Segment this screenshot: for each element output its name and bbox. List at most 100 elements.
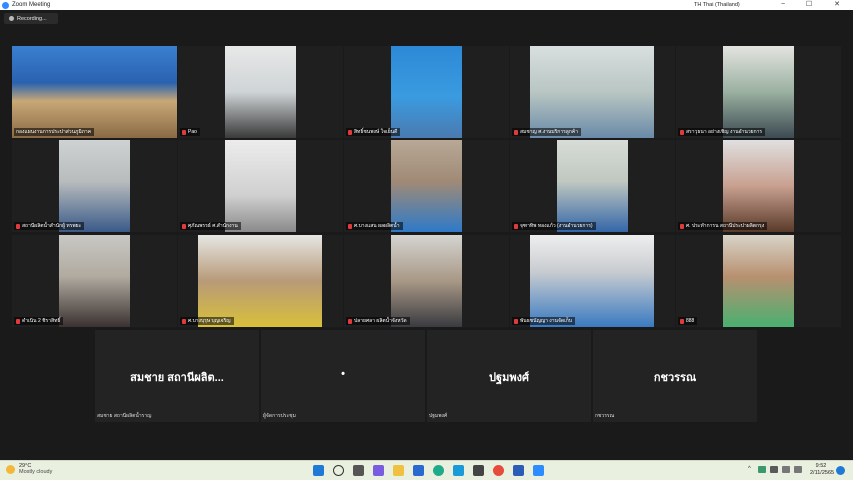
participant-video [391, 235, 462, 327]
muted-mic-icon [182, 129, 186, 135]
weather-widget[interactable]: 29°C Mostly cloudy [6, 463, 52, 475]
weather-sun-icon [6, 464, 15, 474]
participant-video [59, 140, 130, 232]
app-icon[interactable] [473, 465, 484, 476]
participant-name-label: กองแผนงานการประปาส่วนภูมิภาค [14, 128, 95, 136]
participant-video [530, 46, 654, 138]
participant-name-label: สมชาย สถานีผลิตน้ำราญ [97, 413, 152, 419]
participant-name-label: พันธชนัญญา งานจัดเก็บ [512, 317, 576, 325]
participant-name-label: ศ. ประทำการน สถานีประปาผลิตกรุง [678, 222, 768, 230]
video-tile-1[interactable]: กองแผนงานการประปาส่วนภูมิภาค [12, 46, 177, 138]
participant-name-label: สมชาญ ศ.งานบริการลูกค้า [512, 128, 582, 136]
participant-display-name: กชวรรณ [653, 372, 697, 384]
video-tile-3[interactable]: สิทธิ์ชนพงษ์ ใจเย็นดี [344, 46, 509, 138]
zoom-app-icon [2, 1, 9, 9]
word-icon[interactable] [513, 465, 524, 476]
participant-display-name: • [341, 368, 345, 380]
muted-mic-icon [680, 129, 684, 135]
video-tile-8[interactable]: ศ.บางแสน ผลผลิตน้ำ [344, 140, 509, 232]
muted-mic-icon [680, 223, 684, 229]
muted-mic-icon [182, 318, 186, 324]
participant-video [198, 235, 322, 327]
mail-icon[interactable] [413, 465, 424, 476]
participant-name-label: ปลายศลา ผลิตน้ำจังหวัด [346, 317, 410, 325]
minimize-button[interactable]: − [772, 0, 794, 10]
recording-indicator[interactable]: Recording... [4, 13, 58, 24]
muted-mic-icon [514, 318, 518, 324]
participant-name-label: ดำเนิน 2 ชิราสิทธิ์ [14, 317, 64, 325]
record-dot-icon [9, 16, 14, 21]
file-explorer-icon[interactable] [393, 465, 404, 476]
muted-mic-icon [680, 318, 684, 324]
volume-icon[interactable] [794, 466, 802, 473]
muted-mic-icon [16, 318, 20, 324]
muted-mic-icon [348, 318, 352, 324]
video-tile-5[interactable]: สราวุธนา อย่างเชิญ งานอำนวยการ [676, 46, 841, 138]
wifi-icon[interactable] [782, 466, 790, 473]
video-tile-14[interactable]: พันธชนัญญา งานจัดเก็บ [510, 235, 675, 327]
chat-icon[interactable] [373, 465, 384, 476]
name-tile-4[interactable]: กชวรรณ กชวรรณ [593, 330, 757, 422]
participant-display-name: ปฐมพงศ์ [489, 372, 529, 384]
weather-condition: Mostly cloudy [19, 469, 53, 475]
tray-chevron-icon[interactable]: ^ [748, 466, 751, 472]
participant-video [225, 46, 296, 138]
video-tile-12[interactable]: ศ.บางบุรุษ บุญเจริญ [178, 235, 343, 327]
muted-mic-icon [348, 129, 352, 135]
participant-name-label: สราวุธนา อย่างเชิญ งานอำนวยการ [678, 128, 766, 136]
participant-name-label: จุฑาทิพ ทองแก้ว (งานอำนวยการ) [512, 222, 596, 230]
video-tile-10[interactable]: ศ. ประทำการน สถานีประปาผลิตกรุง [676, 140, 841, 232]
video-tile-6[interactable]: สถานีผลิตน้ำสำนักผู้ ทรพยะ [12, 140, 177, 232]
clock-time: 9:52 [815, 463, 827, 469]
notification-icon[interactable] [836, 466, 845, 475]
participant-name-label: ศุภัณพรรธ์ ศ.สำนักงาน [180, 222, 241, 230]
start-icon[interactable] [313, 465, 324, 476]
participant-name-label: กชวรรณ [595, 413, 615, 419]
search-icon[interactable] [333, 465, 344, 476]
participant-video [391, 140, 462, 232]
video-tile-15[interactable]: 888 [676, 235, 841, 327]
clock-date: 2/11/2565 [810, 470, 835, 476]
name-tile-3[interactable]: ปฐมพงศ์ ปฐมพงศ์ [427, 330, 591, 422]
muted-mic-icon [514, 223, 518, 229]
edge-icon[interactable] [433, 465, 444, 476]
participant-name-label: สิทธิ์ชนพงษ์ ใจเย็นดี [346, 128, 401, 136]
participant-name-label: Pao [180, 128, 200, 136]
participant-video [723, 46, 794, 138]
muted-mic-icon [348, 223, 352, 229]
video-tile-11[interactable]: ดำเนิน 2 ชิราสิทธิ์ [12, 235, 177, 327]
tray-camera-icon[interactable] [770, 466, 778, 473]
tray-app-icon[interactable] [758, 466, 766, 473]
participant-video [391, 46, 462, 138]
participant-name-label: ศ.บางบุรุษ บุญเจริญ [180, 317, 234, 325]
line-icon[interactable] [453, 465, 464, 476]
participant-video [723, 140, 794, 232]
zoom-taskbar-icon[interactable] [533, 465, 544, 476]
participant-name-label: ผู้จัดการประชุม [263, 413, 296, 419]
video-tile-13[interactable]: ปลายศลา ผลิตน้ำจังหวัด [344, 235, 509, 327]
participant-video [12, 46, 177, 138]
participant-name-label: ปฐมพงศ์ [429, 413, 448, 419]
name-tile-2[interactable]: • ผู้จัดการประชุม [261, 330, 425, 422]
participant-video [557, 140, 628, 232]
video-tile-4[interactable]: สมชาญ ศ.งานบริการลูกค้า [510, 46, 675, 138]
language-indicator[interactable]: TH Thai (Thailand) [694, 2, 740, 8]
participant-video [59, 235, 130, 327]
recording-label: Recording... [17, 15, 47, 22]
participant-display-name: สมชาย สถานีผลิต... [130, 372, 224, 384]
video-tile-9[interactable]: จุฑาทิพ ทองแก้ว (งานอำนวยการ) [510, 140, 675, 232]
participant-video [225, 140, 296, 232]
muted-mic-icon [16, 223, 20, 229]
system-clock[interactable]: 9:52 2/11/2565 [810, 463, 835, 477]
name-tile-1[interactable]: สมชาย สถานีผลิต... สมชาย สถานีผลิตน้ำราญ [95, 330, 259, 422]
muted-mic-icon [182, 223, 186, 229]
task-view-icon[interactable] [353, 465, 364, 476]
video-tile-7[interactable]: ศุภัณพรรธ์ ศ.สำนักงาน [178, 140, 343, 232]
maximize-button[interactable]: ☐ [798, 0, 820, 10]
close-button[interactable]: ✕ [826, 0, 848, 10]
muted-mic-icon [514, 129, 518, 135]
participant-name-label: 888 [678, 317, 698, 325]
video-tile-2[interactable]: Pao [178, 46, 343, 138]
windows-taskbar: 29°C Mostly cloudy ^ 9:52 2/11/2565 [0, 460, 853, 480]
chrome-icon[interactable] [493, 465, 504, 476]
